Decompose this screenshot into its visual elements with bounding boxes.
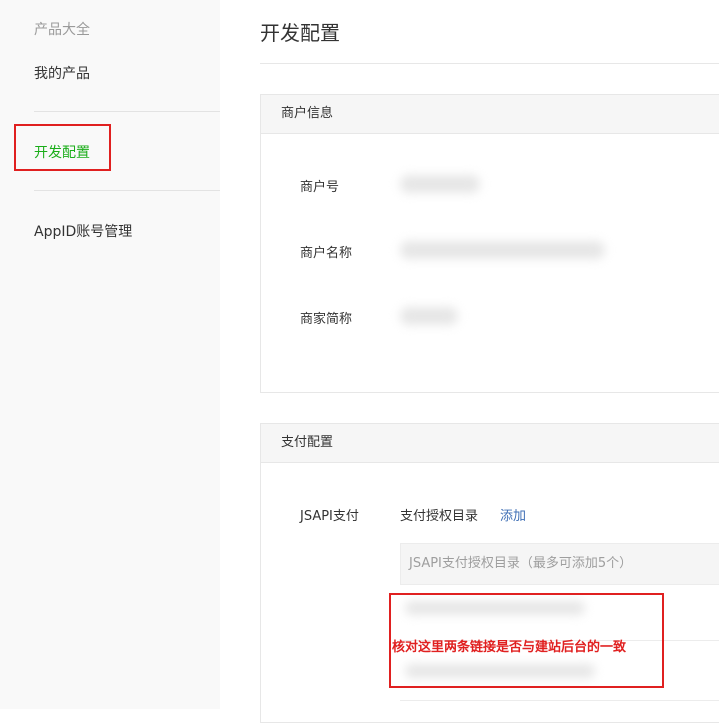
page-title: 开发配置 [260, 21, 340, 45]
merchant-short-name-label: 商家简称 [300, 312, 353, 327]
merchant-name-value-redacted [400, 241, 605, 259]
sidebar-divider [34, 190, 220, 191]
sidebar-item-my-products[interactable]: 我的产品 [34, 63, 90, 83]
sidebar-group-label: 产品大全 [34, 22, 90, 38]
auth-directory-input[interactable]: JSAPI支付授权目录（最多可添加5个） [400, 543, 719, 585]
merchant-name-label: 商户名称 [300, 246, 353, 261]
sidebar: 产品大全 我的产品 开发配置 AppID账号管理 [0, 0, 220, 709]
jsapi-payment-label: JSAPI支付 [300, 509, 359, 524]
payment-config-header: 支付配置 [261, 424, 719, 463]
auth-directory-placeholder: JSAPI支付授权目录（最多可添加5个） [409, 556, 633, 571]
annotation-note: 核对这里两条链接是否与建站后台的一致 [392, 640, 627, 655]
merchant-id-label: 商户号 [300, 180, 340, 195]
sidebar-divider [34, 111, 220, 112]
merchant-id-value-redacted [400, 175, 480, 193]
merchant-info-header: 商户信息 [261, 95, 719, 134]
auth-directory-label: 支付授权目录 [400, 509, 479, 524]
add-auth-directory-link[interactable]: 添加 [500, 505, 526, 524]
sidebar-item-appid-management[interactable]: AppID账号管理 [34, 221, 132, 241]
title-divider [260, 63, 719, 64]
merchant-short-name-value-redacted [400, 307, 458, 325]
annotation-box-sidebar [14, 124, 111, 171]
entry-divider [400, 700, 719, 701]
